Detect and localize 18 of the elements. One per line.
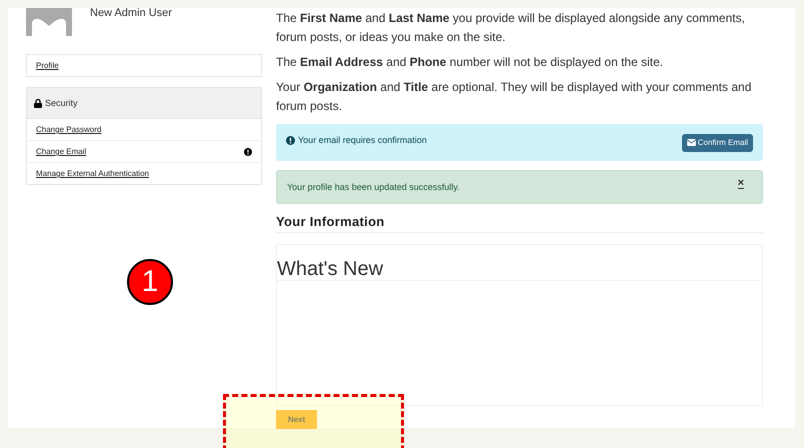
confirm-email-button[interactable]: Confirm Email (682, 134, 753, 152)
security-link[interactable]: Manage External Authentication (27, 163, 158, 184)
intro-paragraph: The First Name and Last Name you provide will be displayed alongside any comments, forum posts, or ideas you make on the site. (276, 10, 746, 46)
lock-icon (34, 98, 42, 108)
info-icon (286, 136, 295, 144)
alert-message: Your email requires confirmation (298, 135, 427, 145)
user-name: New Admin User (90, 7, 172, 21)
panel-title: What's New (277, 245, 762, 281)
envelope-icon (686, 139, 696, 146)
security-link[interactable]: Change Email (27, 141, 96, 162)
alert-message: Your profile has been updated successfully. (287, 182, 460, 192)
security-title: Security (45, 98, 78, 108)
security-link[interactable]: Change Password (27, 119, 110, 140)
profile-link[interactable]: Profile (27, 55, 261, 76)
intro-paragraph: Your Organization and Title are optional. They will be displayed with your comments and forum posts. (276, 79, 752, 115)
close-button[interactable]: × (738, 179, 744, 189)
intro-paragraph: The Email Address and Phone number will not be displayed on the site. (276, 54, 664, 71)
section-heading: Your Information (276, 214, 763, 233)
